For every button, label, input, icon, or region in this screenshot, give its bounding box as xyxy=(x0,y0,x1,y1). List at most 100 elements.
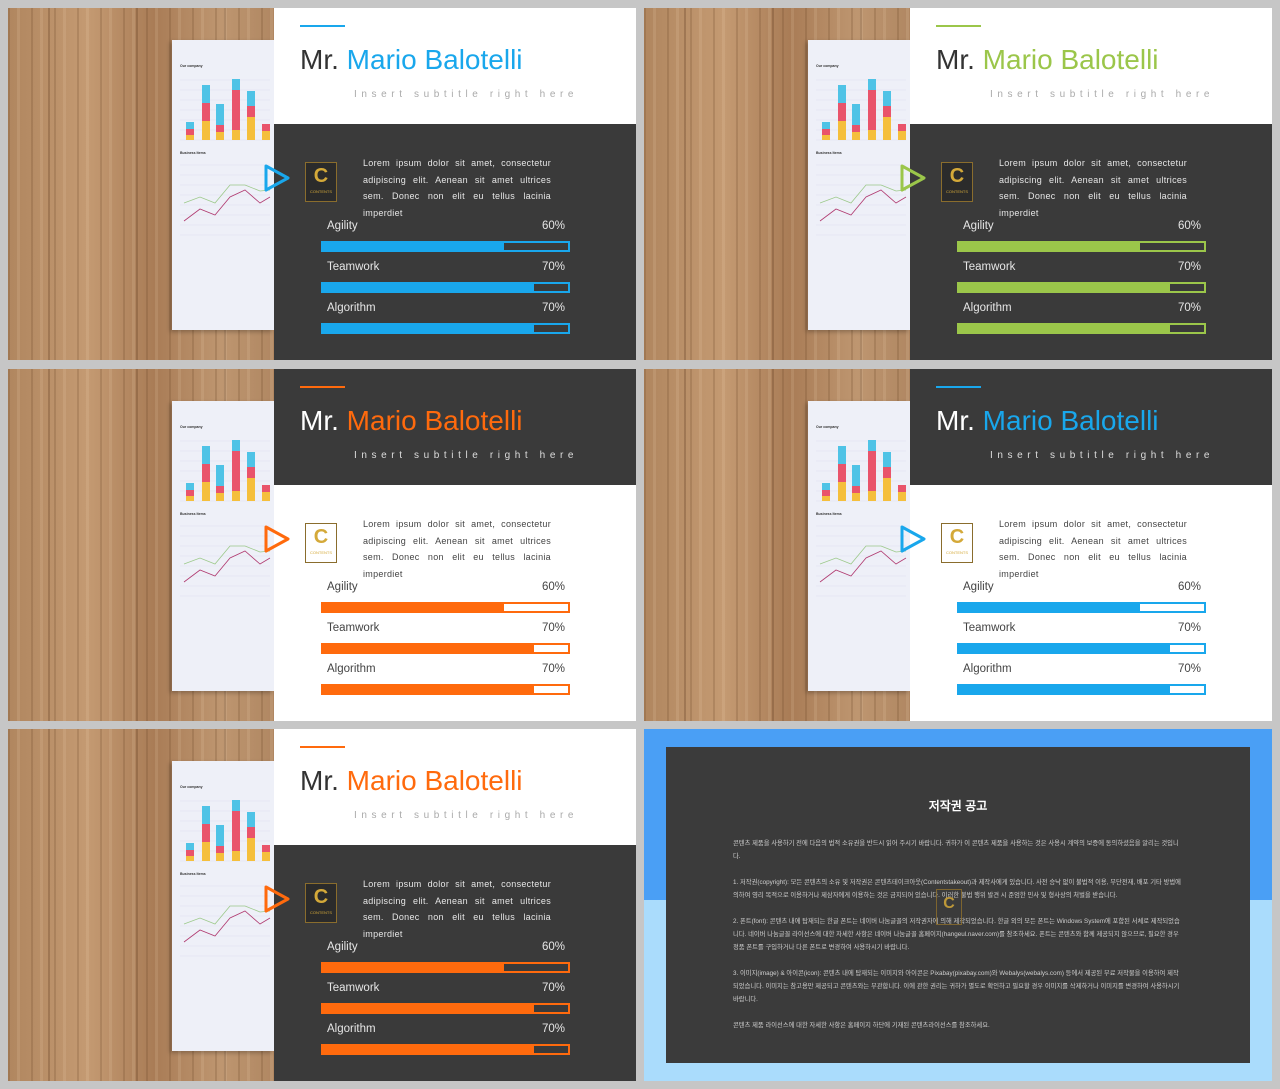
paper-bar xyxy=(838,103,846,121)
skill-progress-bar xyxy=(321,643,570,654)
skill-progress-fill xyxy=(323,964,505,971)
paper-line-purple xyxy=(819,189,907,222)
skill-progress-fill xyxy=(323,645,534,652)
profile-slide[interactable]: Our company Business Items Mr. Mario Balo… xyxy=(644,8,1272,360)
skill-progress-bar xyxy=(957,241,1206,252)
skill-percent: 60% xyxy=(1177,220,1201,232)
title-name: Mario Balotelli xyxy=(982,44,1159,75)
paper-bar xyxy=(822,483,830,490)
body-text: Lorem ipsum dolor sit amet, consectetur … xyxy=(363,519,551,580)
paper-bar xyxy=(883,452,891,467)
skill-progress-fill xyxy=(959,325,1170,332)
skill-percent: 60% xyxy=(541,941,565,953)
skill-progress-fill xyxy=(959,645,1170,652)
paper-bar xyxy=(232,90,240,130)
skill-percent: 70% xyxy=(541,1023,565,1035)
skill-label: Agility xyxy=(327,220,358,232)
skill-progress-fill xyxy=(959,604,1141,611)
paper-chart-title: Our company xyxy=(816,64,839,68)
copyright-slide[interactable]: 저작권 공고 콘텐츠 제품을 사용하기 전에 다음의 법적 소유권을 반드시 읽… xyxy=(644,729,1272,1081)
title-prefix: Mr. xyxy=(300,44,347,75)
paper-bar xyxy=(202,121,210,140)
profile-slide[interactable]: Our company Business Items Mr. Mario Balo… xyxy=(644,369,1272,721)
paper-bar xyxy=(262,124,270,131)
paper-bar xyxy=(202,482,210,501)
copyright-paragraph: 콘텐츠 제품 라이선스에 대한 자세한 사항은 홈페이지 하단에 기재된 콘텐츠… xyxy=(733,1022,990,1029)
paper-bar xyxy=(247,467,255,478)
play-icon[interactable] xyxy=(260,162,292,194)
title-prefix: Mr. xyxy=(936,44,983,75)
title-name: Mario Balotelli xyxy=(346,405,523,436)
paper-bar xyxy=(216,104,224,125)
paper-bar xyxy=(216,493,224,501)
paper-chart: Our company Business Items xyxy=(816,64,907,236)
paper-bar xyxy=(202,446,210,464)
play-icon[interactable] xyxy=(896,523,928,555)
skill-progress-bar xyxy=(957,643,1206,654)
paper-bar xyxy=(868,130,876,140)
paper-bar xyxy=(216,132,224,140)
paper-bar xyxy=(838,446,846,464)
logo: C CONTENTS xyxy=(941,162,973,202)
paper-bar xyxy=(838,464,846,482)
slide-header: Mr. Mario Balotelli Insert subtitle righ… xyxy=(910,369,1272,485)
paper-bar xyxy=(822,490,830,496)
paper-line-purple xyxy=(819,550,907,583)
paper-bar xyxy=(852,465,860,486)
skill-percent: 70% xyxy=(1177,622,1201,634)
skill-label: Teamwork xyxy=(327,261,380,273)
profile-slide[interactable]: Our company Business Items Mr. Mario Balo… xyxy=(8,8,636,360)
paper-bar xyxy=(232,440,240,451)
logo: C CONTENTS xyxy=(941,523,973,563)
paper-bar xyxy=(232,451,240,491)
slide-header: Mr. Mario Balotelli Insert subtitle righ… xyxy=(274,8,636,124)
paper-bar xyxy=(898,485,906,492)
skill-progress-bar xyxy=(957,684,1206,695)
paper-bar xyxy=(822,135,830,140)
skill-progress-bar xyxy=(321,282,570,293)
skill-label: Agility xyxy=(327,581,358,593)
title-prefix: Mr. xyxy=(300,405,347,436)
skill-progress-bar xyxy=(957,282,1206,293)
paper-bar xyxy=(852,125,860,132)
paper-bar xyxy=(216,846,224,853)
paper-bar xyxy=(186,496,194,501)
paper-bar xyxy=(868,440,876,451)
paper-line-title: Business Items xyxy=(180,512,206,516)
skill-progress-bar xyxy=(321,323,570,334)
skill-percent: 70% xyxy=(1177,302,1201,314)
profile-slide[interactable]: Our company Business Items Mr. Mario Balo… xyxy=(8,369,636,721)
title-name: Mario Balotelli xyxy=(346,765,523,796)
paper-bar xyxy=(898,492,906,501)
play-icon[interactable] xyxy=(260,883,292,915)
body-text: Lorem ipsum dolor sit amet, consectetur … xyxy=(999,158,1187,219)
paper-bar xyxy=(202,85,210,103)
accent-line xyxy=(300,25,345,27)
body-text: Lorem ipsum dolor sit amet, consectetur … xyxy=(999,519,1187,580)
title-prefix: Mr. xyxy=(300,765,347,796)
paper-bar xyxy=(868,90,876,130)
paper-bar xyxy=(852,486,860,493)
logo: C CONTENTS xyxy=(305,523,337,563)
skill-percent: 60% xyxy=(1177,581,1201,593)
paper-bar xyxy=(186,483,194,490)
skill-progress-bar xyxy=(321,1044,570,1055)
paper-bar xyxy=(247,91,255,106)
skill-progress-fill xyxy=(323,604,505,611)
skill-label: Teamwork xyxy=(327,982,380,994)
skill-progress-fill xyxy=(959,284,1170,291)
paper-document-image: Our company Business Items xyxy=(808,40,910,330)
profile-slide[interactable]: Our company Business Items Mr. Mario Balo… xyxy=(8,729,636,1081)
paper-bar xyxy=(898,124,906,131)
paper-bar xyxy=(202,806,210,824)
skill-label: Agility xyxy=(963,581,994,593)
play-icon[interactable] xyxy=(896,162,928,194)
play-icon[interactable] xyxy=(260,523,292,555)
paper-chart-title: Our company xyxy=(180,785,203,789)
paper-bar xyxy=(216,825,224,846)
accent-line xyxy=(300,386,345,388)
skill-progress-bar xyxy=(957,602,1206,613)
paper-bar xyxy=(232,79,240,90)
paper-bar xyxy=(216,853,224,861)
paper-bar xyxy=(883,467,891,478)
